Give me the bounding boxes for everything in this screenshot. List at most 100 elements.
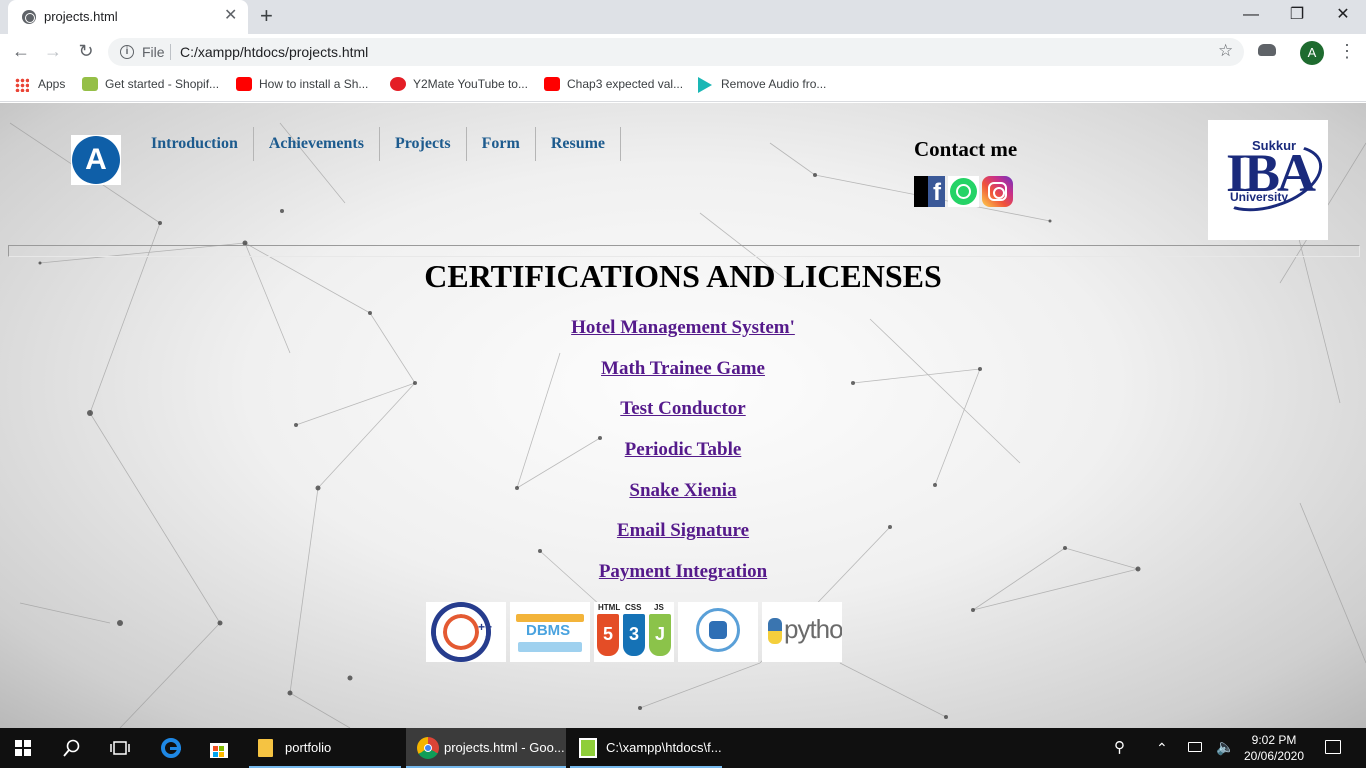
project-link-test: Test Conductor <box>0 397 1366 438</box>
dbms-bar <box>518 642 582 652</box>
python-logo: python <box>762 602 842 662</box>
bookmark-y2mate[interactable]: Y2Mate YouTube to... <box>413 77 528 91</box>
folder-icon <box>258 739 273 757</box>
apps-grid-icon[interactable] <box>15 78 29 92</box>
address-separator <box>170 44 171 60</box>
people-icon[interactable]: ⚲ <box>1114 738 1125 768</box>
project-link-hotel: Hotel Management System' <box>0 316 1366 357</box>
system-clock[interactable]: 9:02 PM 20/06/2020 <box>1243 732 1305 764</box>
notifications-icon[interactable] <box>1325 740 1341 754</box>
volume-icon[interactable]: 🔈 <box>1216 738 1235 768</box>
project-link-payment: Payment Integration <box>0 560 1366 601</box>
nav-form[interactable]: Form <box>467 127 536 161</box>
taskbar: portfolio projects.html - Goo... C:\xamp… <box>0 728 1366 768</box>
css3-icon: 3 <box>623 614 645 656</box>
bookmark-star-icon[interactable]: ☆ <box>1218 41 1233 61</box>
battery-icon[interactable] <box>1188 742 1202 752</box>
instagram-glyph <box>988 182 1007 201</box>
page-title: CERTIFICATIONS AND LICENSES <box>424 258 942 294</box>
windows-start-icon[interactable] <box>15 740 31 756</box>
university-logo: Sukkur IBA University <box>1207 120 1331 240</box>
project-link-math: Math Trainee Game <box>0 357 1366 398</box>
url-scheme: File <box>142 44 165 60</box>
header-divider <box>8 245 1360 257</box>
reload-button[interactable]: ↻ <box>75 40 97 62</box>
whatsapp-icon[interactable] <box>948 176 979 207</box>
page-body: A Introduction Achievements Projects For… <box>0 103 1366 728</box>
taskbar-item-label: C:\xampp\htdocs\f... <box>606 740 722 755</box>
browser-toolbar: ← → ↻ i File C:/xampp/htdocs/projects.ht… <box>0 34 1366 70</box>
project-link[interactable]: Periodic Table <box>625 439 742 460</box>
site-logo-letter: A <box>72 136 120 184</box>
shopify-icon <box>82 77 98 91</box>
browser-tab[interactable]: projects.html ✕ <box>8 0 248 34</box>
network-logo <box>678 602 758 662</box>
taskbar-item-portfolio[interactable]: portfolio <box>249 728 401 768</box>
incognito-icon[interactable] <box>1258 44 1276 56</box>
restore-button[interactable]: ❐ <box>1274 4 1320 26</box>
project-link[interactable]: Payment Integration <box>599 561 767 582</box>
edge-icon[interactable] <box>161 738 181 758</box>
html-caption: HTML <box>598 603 621 612</box>
web-logos: HTML CSS JS 5 3 J <box>594 602 674 662</box>
clock-date: 20/06/2020 <box>1243 749 1305 763</box>
python-icon <box>768 618 782 644</box>
back-button[interactable]: ← <box>10 40 32 62</box>
project-link-email: Email Signature <box>0 519 1366 560</box>
taskbar-item-notepad[interactable]: C:\xampp\htdocs\f... <box>570 728 722 768</box>
facebook-icon[interactable]: f <box>914 176 945 207</box>
bookmark-apps[interactable]: Apps <box>38 77 65 91</box>
project-link[interactable]: Email Signature <box>617 520 749 541</box>
info-icon[interactable]: i <box>120 45 134 59</box>
css-caption: CSS <box>625 603 642 612</box>
nav-introduction[interactable]: Introduction <box>136 127 254 161</box>
nav-achievements[interactable]: Achievements <box>254 127 380 161</box>
bookmark-shopify[interactable]: Get started - Shopif... <box>105 77 219 91</box>
task-view-icon[interactable] <box>110 740 130 756</box>
bookmarks-bar: Apps Get started - Shopif... How to inst… <box>0 70 1366 102</box>
url-text[interactable]: C:/xampp/htdocs/projects.html <box>180 44 368 60</box>
taskbar-item-chrome[interactable]: projects.html - Goo... <box>406 728 566 768</box>
close-tab-icon[interactable]: ✕ <box>224 6 237 26</box>
js-icon: J <box>649 614 671 656</box>
python-text: python <box>784 614 842 644</box>
nav-resume[interactable]: Resume <box>536 127 622 161</box>
address-bar[interactable]: i File C:/xampp/htdocs/projects.html ☆ <box>108 38 1244 66</box>
store-icon[interactable] <box>208 737 230 759</box>
chrome-center <box>424 744 432 752</box>
chevron-up-icon[interactable]: ⌃ <box>1156 738 1168 768</box>
forward-button[interactable]: → <box>42 40 64 62</box>
project-link[interactable]: Test Conductor <box>620 398 745 419</box>
js-caption: JS <box>654 603 664 612</box>
project-link-periodic: Periodic Table <box>0 438 1366 479</box>
profile-avatar[interactable]: A <box>1300 41 1324 65</box>
project-list: Hotel Management System' Math Trainee Ga… <box>0 316 1366 601</box>
search-icon[interactable] <box>63 739 81 757</box>
minimize-button[interactable]: — <box>1228 4 1274 26</box>
contact-title: Contact me <box>914 137 1018 161</box>
taskbar-item-label: portfolio <box>285 740 332 755</box>
download-icon <box>390 77 406 91</box>
html5-icon: 5 <box>597 614 619 656</box>
youtube-icon <box>236 77 252 91</box>
browser-menu-icon[interactable]: ⋮ <box>1338 40 1356 62</box>
dbms-bar <box>516 614 584 622</box>
nav-projects[interactable]: Projects <box>380 127 467 161</box>
youtube-icon <box>544 77 560 91</box>
site-nav: Introduction Achievements Projects Form … <box>136 127 622 161</box>
bookmark-remove-audio[interactable]: Remove Audio fro... <box>721 77 826 91</box>
bookmark-install[interactable]: How to install a Sh... <box>259 77 368 91</box>
network-icon <box>696 608 740 652</box>
new-tab-button[interactable]: + <box>260 4 273 28</box>
close-window-button[interactable]: ✕ <box>1320 4 1366 26</box>
project-link[interactable]: Hotel Management System' <box>571 317 795 338</box>
instagram-icon[interactable] <box>982 176 1013 207</box>
tab-title: projects.html <box>44 9 118 24</box>
bookmark-chap3[interactable]: Chap3 expected val... <box>567 77 683 91</box>
project-link-snake: Snake Xienia <box>0 479 1366 520</box>
project-link[interactable]: Snake Xienia <box>629 480 736 501</box>
site-logo[interactable]: A <box>71 135 121 185</box>
clock-time: 9:02 PM <box>1251 733 1297 747</box>
logo-university-text: University <box>1230 190 1289 204</box>
project-link[interactable]: Math Trainee Game <box>601 358 765 379</box>
